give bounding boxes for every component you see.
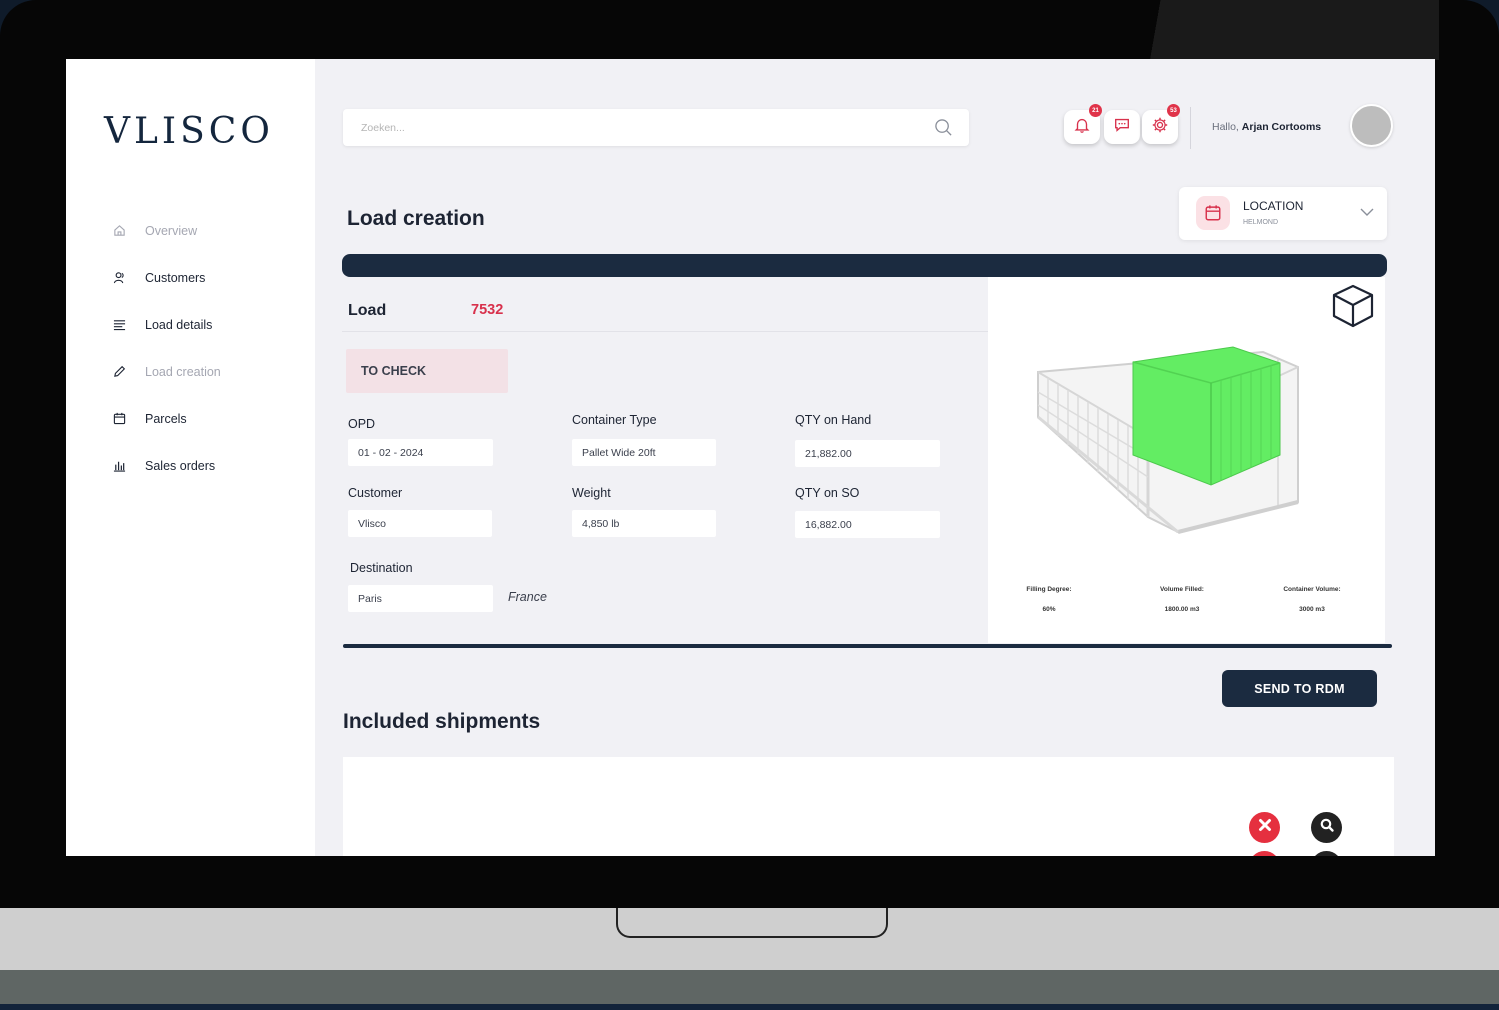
calendar-icon	[112, 412, 126, 426]
list-icon	[112, 318, 126, 332]
location-label: LOCATION	[1243, 199, 1304, 213]
destination-country: France	[508, 590, 547, 604]
container-visualization: Filling Degree: 60% Volume Filled: 1800.…	[988, 277, 1385, 643]
notifications-badge: 21	[1089, 104, 1102, 117]
view-shipment-button[interactable]	[1311, 851, 1342, 856]
load-progress-bar	[342, 254, 1387, 277]
sidebar-item-load-creation[interactable]: Load creation	[112, 348, 302, 395]
included-shipments-title: Included shipments	[343, 710, 541, 733]
search-icon[interactable]	[934, 118, 953, 142]
view-shipment-button[interactable]	[1311, 812, 1342, 843]
container-volume-metric: Container Volume: 3000 m3	[1257, 586, 1367, 613]
divider	[342, 331, 988, 332]
volume-filled-metric: Volume Filled: 1800.00 m3	[1127, 586, 1237, 613]
container-volume-label: Container Volume:	[1283, 586, 1341, 593]
volume-filled-label: Volume Filled:	[1160, 586, 1204, 593]
volume-filled-value: 1800.00 m3	[1164, 606, 1200, 613]
sidebar-item-parcels[interactable]: Parcels	[112, 395, 302, 442]
brand-logo: VLISCO	[104, 111, 274, 152]
remove-shipment-button[interactable]	[1249, 812, 1280, 843]
sidebar: VLISCO Overview Customers Load details L…	[66, 59, 315, 856]
sidebar-item-label: Load creation	[145, 364, 221, 379]
destination-label: Destination	[350, 561, 413, 575]
greeting-prefix: Hallo,	[1212, 121, 1239, 133]
load-label: Load	[348, 302, 387, 319]
cube-icon[interactable]	[1330, 283, 1376, 334]
page-title: Load creation	[347, 207, 485, 230]
search-icon	[1319, 817, 1335, 838]
section-divider	[343, 644, 1392, 648]
home-icon	[112, 224, 126, 238]
opd-label: OPD	[348, 417, 376, 431]
chevron-down-icon	[1360, 204, 1374, 222]
sidebar-item-label: Load details	[145, 317, 213, 332]
container-type-field[interactable]	[572, 439, 716, 466]
bar-chart-icon	[112, 459, 126, 473]
user-icon	[112, 271, 126, 285]
laptop-notch	[616, 908, 888, 938]
laptop-foot	[0, 970, 1499, 1004]
messages-button[interactable]	[1104, 110, 1140, 144]
filling-degree-label: Filling Degree:	[1026, 586, 1072, 593]
gear-icon	[1151, 116, 1169, 139]
qty-on-so-label: QTY on SO	[795, 486, 860, 500]
filling-degree-metric: Filling Degree: 60%	[994, 586, 1104, 613]
sidebar-item-overview[interactable]: Overview	[112, 207, 302, 254]
pencil-icon	[112, 365, 126, 379]
user-name: Arjan Cortooms	[1241, 121, 1322, 133]
sidebar-nav: Overview Customers Load details Load cre…	[112, 207, 302, 489]
location-dropdown[interactable]: LOCATION HELMOND	[1179, 187, 1387, 240]
qty-on-so-field[interactable]	[795, 511, 940, 538]
weight-label: Weight	[572, 486, 611, 500]
sidebar-item-label: Parcels	[145, 411, 187, 426]
load-number: 7532	[471, 302, 504, 318]
header-divider	[1190, 107, 1191, 149]
customer-label: Customer	[348, 486, 403, 500]
settings-badge: 53	[1167, 104, 1180, 117]
qty-on-hand-label: QTY on Hand	[795, 413, 872, 427]
search-input[interactable]	[359, 117, 923, 139]
location-value: HELMOND	[1243, 219, 1279, 226]
avatar[interactable]	[1350, 104, 1393, 147]
sidebar-item-customers[interactable]: Customers	[112, 254, 302, 301]
search-bar	[343, 109, 969, 146]
sidebar-item-sales-orders[interactable]: Sales orders	[112, 442, 302, 489]
weight-field[interactable]	[572, 510, 716, 537]
sidebar-item-label: Customers	[145, 270, 206, 285]
laptop-foot-line	[0, 1004, 1499, 1010]
container-volume-value: 3000 m3	[1299, 606, 1325, 613]
app-screen: VLISCO Overview Customers Load details L…	[66, 59, 1435, 856]
chat-icon	[1113, 116, 1131, 139]
user-greeting: Hallo, Arjan Cortooms	[1212, 121, 1321, 133]
included-shipments-table	[343, 757, 1394, 856]
container-type-label: Container Type	[572, 413, 657, 427]
sidebar-item-label: Sales orders	[145, 458, 216, 473]
close-icon	[1258, 818, 1272, 837]
status-badge: TO CHECK	[346, 349, 508, 393]
container-3d-model	[1037, 346, 1299, 534]
load-details-panel: Load 7532 TO CHECK OPD Container Type QT…	[342, 277, 988, 643]
remove-shipment-button[interactable]	[1249, 851, 1280, 856]
qty-on-hand-field[interactable]	[795, 440, 940, 467]
customer-field[interactable]	[348, 510, 492, 537]
send-to-rdm-button[interactable]: SEND TO RDM	[1222, 670, 1377, 707]
calendar-icon	[1196, 196, 1230, 230]
destination-field[interactable]	[348, 585, 493, 612]
notifications-button[interactable]: 21	[1064, 104, 1102, 144]
lid-glare	[1079, 0, 1439, 60]
settings-button[interactable]: 53	[1142, 104, 1180, 144]
filling-degree-value: 60%	[1042, 606, 1056, 613]
opd-field[interactable]	[348, 439, 493, 466]
bell-icon	[1073, 116, 1091, 139]
sidebar-item-load-details[interactable]: Load details	[112, 301, 302, 348]
sidebar-item-label: Overview	[145, 223, 198, 238]
